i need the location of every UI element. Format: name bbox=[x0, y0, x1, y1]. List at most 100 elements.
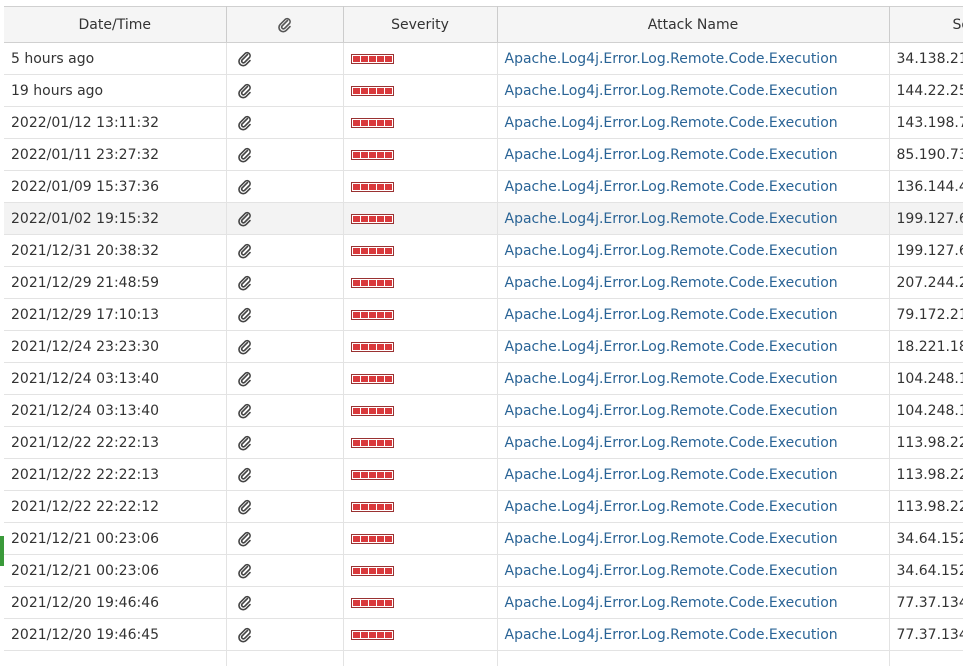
cell-attachment[interactable] bbox=[226, 171, 343, 203]
table-row[interactable]: 5 hours agoApache.Log4j.Error.Log.Remote… bbox=[4, 43, 963, 75]
severity-segment bbox=[369, 376, 376, 382]
table-row[interactable] bbox=[4, 651, 963, 666]
paperclip-icon[interactable] bbox=[237, 211, 253, 227]
cell-source: 34.64.152 bbox=[889, 555, 963, 587]
paperclip-icon[interactable] bbox=[237, 179, 253, 195]
attack-name-link[interactable]: Apache.Log4j.Error.Log.Remote.Code.Execu… bbox=[505, 467, 838, 483]
cell-severity bbox=[343, 43, 497, 75]
severity-segment bbox=[353, 248, 360, 254]
attack-name-link[interactable]: Apache.Log4j.Error.Log.Remote.Code.Execu… bbox=[505, 275, 838, 291]
attack-name-link[interactable]: Apache.Log4j.Error.Log.Remote.Code.Execu… bbox=[505, 83, 838, 99]
column-header-attack-name[interactable]: Attack Name bbox=[497, 7, 889, 43]
severity-segment bbox=[361, 248, 368, 254]
cell-attachment[interactable] bbox=[226, 523, 343, 555]
table-row[interactable]: 2021/12/20 19:46:46Apache.Log4j.Error.Lo… bbox=[4, 587, 963, 619]
paperclip-icon[interactable] bbox=[237, 435, 253, 451]
paperclip-icon[interactable] bbox=[237, 531, 253, 547]
cell-severity bbox=[343, 395, 497, 427]
cell-attachment[interactable] bbox=[226, 331, 343, 363]
table-row[interactable]: 2021/12/21 00:23:06Apache.Log4j.Error.Lo… bbox=[4, 555, 963, 587]
attack-name-link[interactable]: Apache.Log4j.Error.Log.Remote.Code.Execu… bbox=[505, 339, 838, 355]
cell-source: 199.127.6 bbox=[889, 203, 963, 235]
cell-attachment[interactable] bbox=[226, 203, 343, 235]
paperclip-icon[interactable] bbox=[237, 275, 253, 291]
paperclip-icon[interactable] bbox=[237, 147, 253, 163]
severity-bar bbox=[351, 406, 394, 416]
attack-name-link[interactable]: Apache.Log4j.Error.Log.Remote.Code.Execu… bbox=[505, 627, 838, 643]
paperclip-icon[interactable] bbox=[237, 339, 253, 355]
table-row[interactable]: 2022/01/09 15:37:36Apache.Log4j.Error.Lo… bbox=[4, 171, 963, 203]
cell-attachment[interactable] bbox=[226, 491, 343, 523]
severity-segment bbox=[385, 568, 392, 574]
attack-name-link[interactable]: Apache.Log4j.Error.Log.Remote.Code.Execu… bbox=[505, 307, 838, 323]
table-row[interactable]: 2021/12/24 23:23:30Apache.Log4j.Error.Lo… bbox=[4, 331, 963, 363]
paperclip-icon[interactable] bbox=[237, 243, 253, 259]
paperclip-icon[interactable] bbox=[237, 627, 253, 643]
severity-segment bbox=[369, 344, 376, 350]
table-row[interactable]: 2022/01/12 13:11:32Apache.Log4j.Error.Lo… bbox=[4, 107, 963, 139]
attack-name-link[interactable]: Apache.Log4j.Error.Log.Remote.Code.Execu… bbox=[505, 51, 838, 67]
cell-attachment[interactable] bbox=[226, 363, 343, 395]
attack-name-link[interactable]: Apache.Log4j.Error.Log.Remote.Code.Execu… bbox=[505, 563, 838, 579]
cell-attachment[interactable] bbox=[226, 235, 343, 267]
paperclip-icon[interactable] bbox=[237, 467, 253, 483]
table-row[interactable]: 2021/12/24 03:13:40Apache.Log4j.Error.Lo… bbox=[4, 363, 963, 395]
column-header-attachment[interactable] bbox=[226, 7, 343, 43]
attack-name-link[interactable]: Apache.Log4j.Error.Log.Remote.Code.Execu… bbox=[505, 499, 838, 515]
attack-name-link[interactable]: Apache.Log4j.Error.Log.Remote.Code.Execu… bbox=[505, 211, 838, 227]
cell-attachment[interactable] bbox=[226, 619, 343, 651]
cell-severity bbox=[343, 139, 497, 171]
paperclip-icon[interactable] bbox=[237, 51, 253, 67]
cell-attachment[interactable] bbox=[226, 459, 343, 491]
attack-name-link[interactable]: Apache.Log4j.Error.Log.Remote.Code.Execu… bbox=[505, 147, 838, 163]
table-row[interactable]: 2022/01/11 23:27:32Apache.Log4j.Error.Lo… bbox=[4, 139, 963, 171]
cell-attachment[interactable] bbox=[226, 75, 343, 107]
table-row[interactable]: 2021/12/29 17:10:13Apache.Log4j.Error.Lo… bbox=[4, 299, 963, 331]
attack-name-link[interactable]: Apache.Log4j.Error.Log.Remote.Code.Execu… bbox=[505, 179, 838, 195]
cell-attachment[interactable] bbox=[226, 267, 343, 299]
paperclip-icon[interactable] bbox=[237, 115, 253, 131]
paperclip-icon[interactable] bbox=[237, 499, 253, 515]
column-header-datetime[interactable]: Date/Time bbox=[4, 7, 226, 43]
severity-bar bbox=[351, 214, 394, 224]
attack-name-link[interactable]: Apache.Log4j.Error.Log.Remote.Code.Execu… bbox=[505, 531, 838, 547]
paperclip-icon[interactable] bbox=[237, 563, 253, 579]
table-row[interactable]: 2021/12/31 20:38:32Apache.Log4j.Error.Lo… bbox=[4, 235, 963, 267]
cell-attachment[interactable] bbox=[226, 43, 343, 75]
column-header-severity[interactable]: Severity bbox=[343, 7, 497, 43]
attack-name-link[interactable]: Apache.Log4j.Error.Log.Remote.Code.Execu… bbox=[505, 403, 838, 419]
column-header-source[interactable]: So bbox=[889, 7, 963, 43]
attack-name-link[interactable]: Apache.Log4j.Error.Log.Remote.Code.Execu… bbox=[505, 595, 838, 611]
table-row[interactable]: 2021/12/21 00:23:06Apache.Log4j.Error.Lo… bbox=[4, 523, 963, 555]
attack-name-link[interactable]: Apache.Log4j.Error.Log.Remote.Code.Execu… bbox=[505, 243, 838, 259]
table-row[interactable]: 2021/12/22 22:22:13Apache.Log4j.Error.Lo… bbox=[4, 427, 963, 459]
severity-segment bbox=[361, 344, 368, 350]
paperclip-icon[interactable] bbox=[237, 83, 253, 99]
table-row[interactable]: 19 hours agoApache.Log4j.Error.Log.Remot… bbox=[4, 75, 963, 107]
attack-name-link[interactable]: Apache.Log4j.Error.Log.Remote.Code.Execu… bbox=[505, 115, 838, 131]
cell-attachment[interactable] bbox=[226, 299, 343, 331]
attack-name-link[interactable]: Apache.Log4j.Error.Log.Remote.Code.Execu… bbox=[505, 435, 838, 451]
table-row[interactable]: 2021/12/22 22:22:12Apache.Log4j.Error.Lo… bbox=[4, 491, 963, 523]
table-row[interactable]: 2021/12/22 22:22:13Apache.Log4j.Error.Lo… bbox=[4, 459, 963, 491]
paperclip-icon[interactable] bbox=[237, 595, 253, 611]
table-row[interactable]: 2021/12/20 19:46:45Apache.Log4j.Error.Lo… bbox=[4, 619, 963, 651]
table-row[interactable]: 2021/12/29 21:48:59Apache.Log4j.Error.Lo… bbox=[4, 267, 963, 299]
paperclip-icon[interactable] bbox=[237, 371, 253, 387]
logs-table-container[interactable]: Date/Time Severity Attack Name So 5 hour… bbox=[4, 6, 963, 666]
cell-attachment[interactable] bbox=[226, 651, 343, 666]
paperclip-icon[interactable] bbox=[237, 307, 253, 323]
cell-attachment[interactable] bbox=[226, 587, 343, 619]
cell-attachment[interactable] bbox=[226, 555, 343, 587]
cell-attachment[interactable] bbox=[226, 427, 343, 459]
severity-bar bbox=[351, 566, 394, 576]
cell-attachment[interactable] bbox=[226, 107, 343, 139]
table-row[interactable]: 2021/12/24 03:13:40Apache.Log4j.Error.Lo… bbox=[4, 395, 963, 427]
cell-attachment[interactable] bbox=[226, 395, 343, 427]
attack-name-link[interactable]: Apache.Log4j.Error.Log.Remote.Code.Execu… bbox=[505, 371, 838, 387]
table-row[interactable]: 2022/01/02 19:15:32Apache.Log4j.Error.Lo… bbox=[4, 203, 963, 235]
cell-attachment[interactable] bbox=[226, 139, 343, 171]
paperclip-icon[interactable] bbox=[237, 403, 253, 419]
severity-segment bbox=[353, 152, 360, 158]
cell-attack-name: Apache.Log4j.Error.Log.Remote.Code.Execu… bbox=[497, 299, 889, 331]
